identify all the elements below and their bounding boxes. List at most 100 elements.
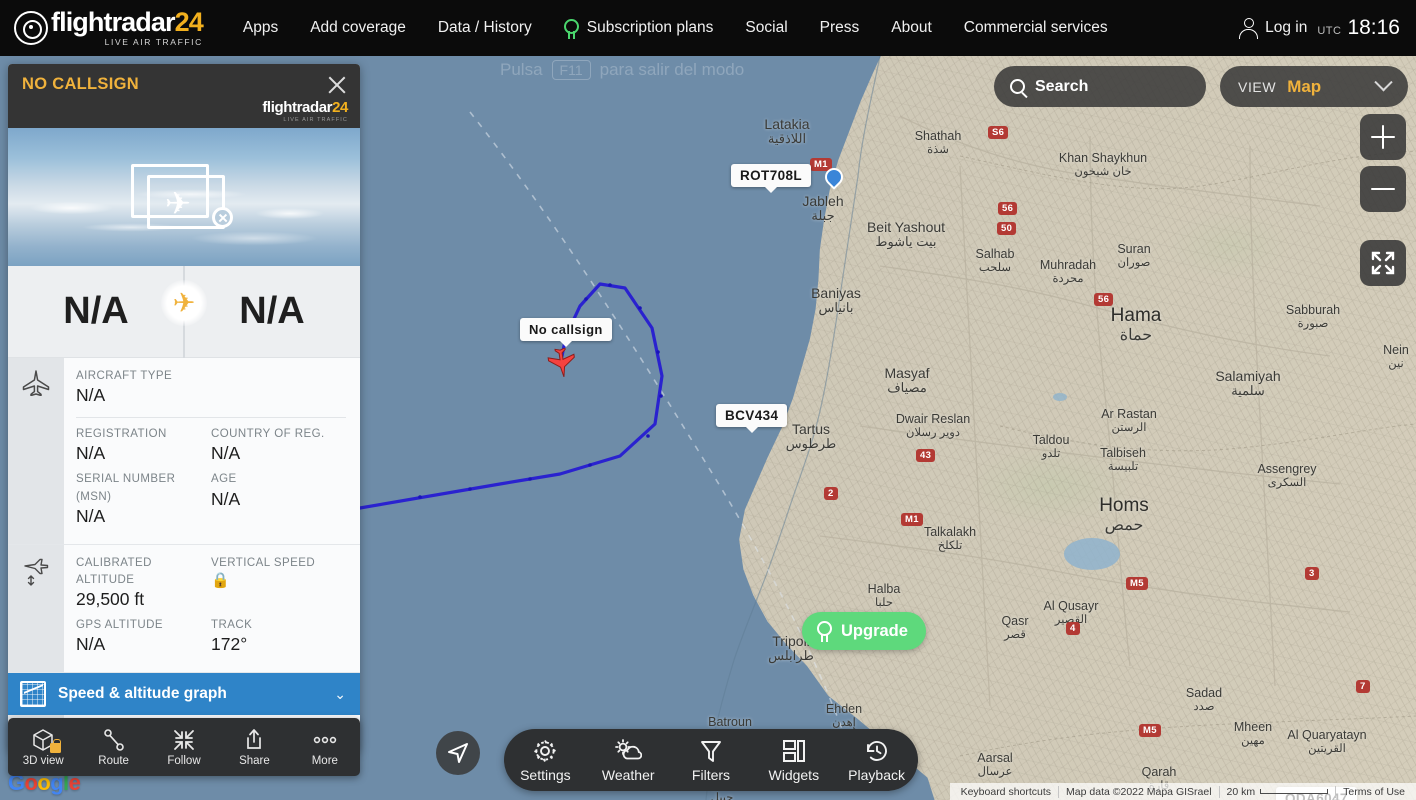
fullscreen-hint: Pulsa F11 para salir del modo [500,60,744,80]
widgets-grid-icon [781,737,807,765]
terms-of-use-link[interactable]: Terms of Use [1335,785,1412,798]
panel-route-button[interactable]: Route [78,728,148,767]
zoom-in-button[interactable] [1360,114,1406,160]
upgrade-label: Upgrade [841,621,908,640]
nav-item-data-history[interactable]: Data / History [422,0,548,56]
navigation-arrow-icon [448,743,468,763]
bottom-toolbar: Settings Weather Filters Widgets Playbac… [504,729,918,791]
user-icon [1239,17,1259,39]
view-label: VIEW [1238,78,1277,95]
panel-3d-view-button[interactable]: 3D view [8,728,78,767]
value-age: N/A [211,488,241,509]
label-age: AGE [211,473,237,486]
label-calibrated-altitude: CALIBRATED ALTITUDE [76,556,152,586]
radar-logo-icon [14,10,48,45]
road-badge-43: 43 [916,449,936,462]
utc-clock: UTC 18:16 [1317,16,1400,40]
field-gps-altitude: GPS ALTITUDE N/A [76,617,211,662]
map-scale: 20 km [1218,785,1336,798]
toolbar-weather-label: Weather [601,767,655,783]
share-upload-icon [242,728,266,752]
road-badge-s6: S6 [988,126,1009,139]
utc-label: UTC [1317,25,1342,37]
panel-more-button[interactable]: More [290,728,360,767]
selected-aircraft-marker[interactable] [547,348,577,378]
toolbar-playback-label: Playback [848,767,905,783]
subscription-badge-icon [563,18,579,39]
nav-item-subscription-label: Subscription plans [586,19,714,36]
panel-share-label: Share [239,754,270,767]
road-badge-3: 3 [1305,567,1319,580]
search-icon [1010,79,1025,94]
utc-time: 18:16 [1347,16,1400,39]
cube-lock-icon [31,728,62,753]
flight-label-no-callsign[interactable]: No callsign [520,318,612,347]
fullscreen-hint-post: para salir del modo [599,60,745,79]
route-destination: N/A [239,290,305,332]
nav-item-subscription-plans[interactable]: Subscription plans [548,0,730,56]
label-track: TRACK [211,619,253,631]
fullscreen-hint-pre: Pulsa [500,60,543,79]
route-icon [102,728,126,752]
search-input[interactable]: Search [994,66,1206,107]
field-calibrated-altitude: CALIBRATED ALTITUDE 29,500 ft [76,555,211,617]
search-placeholder: Search [1035,77,1089,95]
nav-item-apps[interactable]: Apps [227,0,294,56]
nav-item-add-coverage[interactable]: Add coverage [294,0,422,56]
panel-callsign: NO CALLSIGN [22,75,139,93]
locate-me-button[interactable] [436,731,480,775]
field-vertical-speed: VERTICAL SPEED 🔒 [211,555,346,617]
flight-label-bcv434[interactable]: BCV434 [716,404,788,433]
label-country-of-reg: COUNTRY OF REG. [211,428,325,441]
road-badge-50: 50 [997,222,1017,235]
map-attribution-bar: Keyboard shortcuts Map data ©2022 Mapa G… [949,783,1416,800]
toolbar-weather-button[interactable]: Weather [587,737,670,783]
speed-altitude-graph-toggle[interactable]: Speed & altitude graph ⌄ [8,673,360,716]
label-vertical-speed: VERTICAL SPEED [211,556,316,569]
panel-action-toolbar: 3D view Route Follow Share More [8,718,360,776]
field-age: AGE N/A [211,471,346,533]
flightradar24-logo[interactable]: flightradar24 LIVE AIR TRAFFIC [0,9,204,48]
nav-item-about[interactable]: About [875,0,948,56]
panel-share-button[interactable]: Share [219,728,289,767]
altitude-section: CALIBRATED ALTITUDE 29,500 ft VERTICAL S… [8,544,360,674]
toolbar-widgets-button[interactable]: Widgets [752,737,835,783]
upgrade-button[interactable]: Upgrade [802,612,926,650]
flight-label-rot708l[interactable]: ROT708L [731,164,812,193]
login-button[interactable]: Log in [1239,17,1307,39]
panel-brand-logo: flightradar24 LIVE AIR TRAFFIC [262,99,348,123]
airport-pin-icon[interactable] [821,164,847,192]
keyboard-shortcuts-link[interactable]: Keyboard shortcuts [954,786,1058,798]
playback-history-icon [864,737,890,765]
zoom-out-button[interactable] [1360,166,1406,212]
nav-item-commercial-services[interactable]: Commercial services [948,0,1124,56]
toolbar-playback-button[interactable]: Playback [835,737,918,783]
nav-item-press[interactable]: Press [804,0,876,56]
road-badge-m1: M1 [901,513,923,526]
panel-more-label: More [311,754,338,767]
road-badge-4: 4 [1066,622,1080,635]
value-calibrated-altitude: 29,500 ft [76,589,145,610]
view-selector[interactable]: VIEW Map [1220,66,1408,107]
close-icon[interactable] [326,74,348,96]
view-value: Map [1287,76,1322,96]
value-registration: N/A [76,443,106,464]
panel-follow-button[interactable]: Follow [149,728,219,767]
lock-badge-icon [50,738,62,753]
road-badge-m5: M5 [1126,577,1148,590]
value-aircraft-type: N/A [76,385,106,406]
toolbar-filters-button[interactable]: Filters [670,737,753,783]
fullscreen-button[interactable] [1360,240,1406,286]
minus-icon [1371,187,1395,191]
flightradar24-app: flightradar24 LIVE AIR TRAFFIC Apps Add … [0,0,1416,800]
value-country-of-reg: N/A [211,443,241,464]
road-badge-7: 7 [1356,680,1370,693]
toolbar-settings-button[interactable]: Settings [504,737,587,783]
nav-item-social[interactable]: Social [729,0,803,56]
field-aircraft-type: AIRCRAFT TYPE N/A [76,368,346,413]
graph-icon [20,681,46,708]
brand-tagline: LIVE AIR TRAFFIC [104,37,203,48]
route-row: N/A ✈ N/A [8,266,360,358]
expand-arrows-icon [1371,251,1395,275]
route-origin: N/A [63,290,129,332]
